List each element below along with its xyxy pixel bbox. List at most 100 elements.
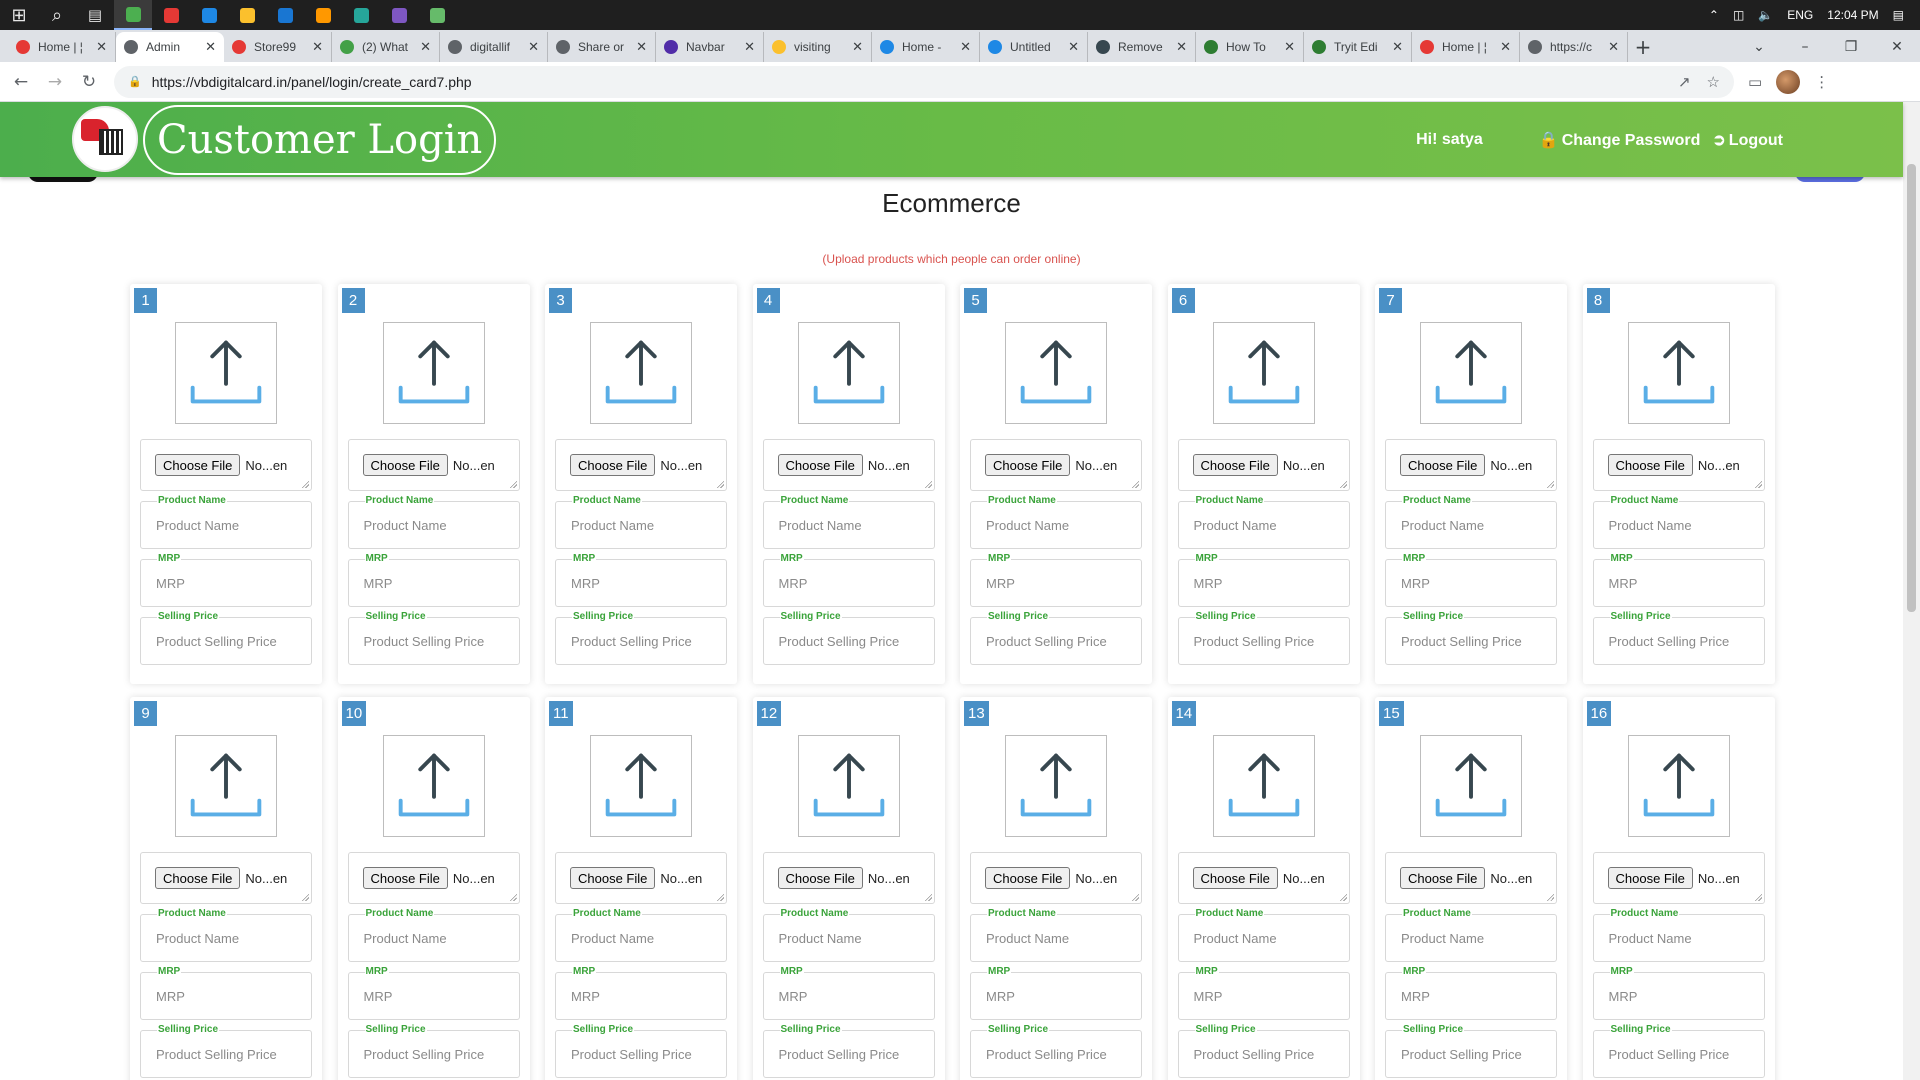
close-window-button[interactable]: ✕	[1874, 39, 1920, 55]
file-input[interactable]: Choose File No...en	[140, 852, 312, 904]
tab-close-icon[interactable]: ✕	[420, 39, 431, 55]
tab-close-icon[interactable]: ✕	[96, 39, 107, 55]
product-name-input[interactable]	[1177, 914, 1350, 962]
file-input[interactable]: Choose File No...en	[1385, 439, 1557, 491]
resize-grip-icon[interactable]	[508, 893, 517, 901]
tab-close-icon[interactable]: ✕	[312, 39, 323, 55]
image-upload-preview[interactable]	[590, 322, 692, 424]
tab-close-icon[interactable]: ✕	[1068, 39, 1079, 55]
product-name-input[interactable]	[555, 914, 727, 962]
selling-price-input[interactable]	[1385, 1030, 1557, 1078]
scrollbar-thumb[interactable]	[1907, 164, 1916, 612]
tab-close-icon[interactable]: ✕	[960, 39, 971, 55]
product-name-input[interactable]	[555, 501, 727, 549]
resize-grip-icon[interactable]	[1546, 893, 1554, 901]
choose-file-button[interactable]: Choose File	[155, 454, 241, 476]
tab-close-icon[interactable]: ✕	[636, 39, 647, 55]
profile-avatar[interactable]	[1776, 69, 1801, 94]
file-input[interactable]: Choose File No...en	[762, 852, 935, 904]
selling-price-input[interactable]	[762, 617, 935, 665]
product-name-input[interactable]	[347, 501, 520, 549]
file-input[interactable]: Choose File No...en	[1592, 439, 1765, 491]
tab-close-icon[interactable]: ✕	[528, 39, 539, 55]
mrp-input[interactable]	[1177, 559, 1350, 607]
browser-tab[interactable]: digitallif ✕	[440, 32, 548, 62]
taskbar-green-app-button[interactable]	[418, 0, 456, 30]
resize-grip-icon[interactable]	[1753, 480, 1762, 488]
choose-file-button[interactable]: Choose File	[777, 867, 863, 889]
minimize-button[interactable]: –	[1782, 39, 1828, 55]
notifications-icon[interactable]: ▤	[1893, 8, 1904, 22]
taskbar-obs-button[interactable]	[380, 0, 418, 30]
side-panel-icon[interactable]: ▭	[1748, 73, 1762, 91]
file-input[interactable]: Choose File No...en	[347, 852, 520, 904]
mrp-input[interactable]	[1385, 559, 1557, 607]
resize-grip-icon[interactable]	[1338, 480, 1347, 488]
choose-file-button[interactable]: Choose File	[985, 454, 1071, 476]
choose-file-button[interactable]: Choose File	[570, 454, 656, 476]
image-upload-preview[interactable]	[1627, 322, 1730, 424]
selling-price-input[interactable]	[555, 1030, 727, 1078]
file-input[interactable]: Choose File No...en	[1592, 852, 1765, 904]
product-name-input[interactable]	[1177, 501, 1350, 549]
image-upload-preview[interactable]	[175, 322, 277, 424]
browser-tab[interactable]: Share or ✕	[548, 32, 656, 62]
tab-close-icon[interactable]: ✕	[1608, 39, 1619, 55]
url-text[interactable]: https://vbdigitalcard.in/panel/login/cre…	[152, 74, 1662, 90]
address-bar[interactable]: 🔒 https://vbdigitalcard.in/panel/login/c…	[114, 65, 1734, 98]
bookmark-star-icon[interactable]: ☆	[1707, 73, 1720, 91]
file-input[interactable]: Choose File No...en	[555, 439, 727, 491]
resize-grip-icon[interactable]	[923, 893, 932, 901]
product-name-input[interactable]	[1592, 501, 1765, 549]
resize-grip-icon[interactable]	[301, 893, 309, 901]
choose-file-button[interactable]: Choose File	[1192, 867, 1278, 889]
browser-tab[interactable]: Tryit Edi ✕	[1304, 32, 1412, 62]
lock-icon[interactable]: 🔒	[128, 75, 142, 88]
mrp-input[interactable]	[1177, 972, 1350, 1020]
clock[interactable]: 12:04 PM	[1827, 8, 1878, 22]
taskbar-skype-button[interactable]	[190, 0, 228, 30]
selling-price-input[interactable]	[970, 617, 1142, 665]
product-name-input[interactable]	[762, 501, 935, 549]
product-name-input[interactable]	[1592, 914, 1765, 962]
forward-arrow-icon[interactable]: →	[38, 72, 72, 92]
product-name-input[interactable]	[970, 914, 1142, 962]
image-upload-preview[interactable]	[1212, 735, 1315, 837]
menu-kebab-icon[interactable]: ⋮	[1814, 73, 1829, 91]
choose-file-button[interactable]: Choose File	[1192, 454, 1278, 476]
taskbar-chrome-button[interactable]	[114, 0, 152, 30]
browser-tab[interactable]: (2) What ✕	[332, 32, 440, 62]
selling-price-input[interactable]	[1177, 1030, 1350, 1078]
file-input[interactable]: Choose File No...en	[555, 852, 727, 904]
back-arrow-icon[interactable]: ←	[4, 72, 38, 92]
file-input[interactable]: Choose File No...en	[1177, 439, 1350, 491]
volume-icon[interactable]: 🔈	[1758, 8, 1773, 22]
resize-grip-icon[interactable]	[1338, 893, 1347, 901]
image-upload-preview[interactable]	[1420, 735, 1522, 837]
browser-tab[interactable]: Store99 ✕	[224, 32, 332, 62]
browser-tab[interactable]: How To ✕	[1196, 32, 1304, 62]
taskbar-gallery-button[interactable]	[342, 0, 380, 30]
product-name-input[interactable]	[140, 914, 312, 962]
mrp-input[interactable]	[970, 972, 1142, 1020]
selling-price-input[interactable]	[1592, 617, 1765, 665]
selling-price-input[interactable]	[140, 1030, 312, 1078]
resize-grip-icon[interactable]	[508, 480, 517, 488]
image-upload-preview[interactable]	[797, 735, 900, 837]
mrp-input[interactable]	[140, 559, 312, 607]
selling-price-input[interactable]	[347, 1030, 520, 1078]
file-input[interactable]: Choose File No...en	[140, 439, 312, 491]
resize-grip-icon[interactable]	[923, 480, 932, 488]
image-upload-preview[interactable]	[590, 735, 692, 837]
mrp-input[interactable]	[140, 972, 312, 1020]
product-name-input[interactable]	[1385, 914, 1557, 962]
taskbar-sublime-button[interactable]	[304, 0, 342, 30]
selling-price-input[interactable]	[1592, 1030, 1765, 1078]
mrp-input[interactable]	[762, 972, 935, 1020]
resize-grip-icon[interactable]	[1131, 893, 1139, 901]
mrp-input[interactable]	[970, 559, 1142, 607]
maximize-button[interactable]: ❐	[1828, 39, 1874, 55]
share-icon[interactable]: ↗	[1678, 73, 1691, 91]
choose-file-button[interactable]: Choose File	[985, 867, 1071, 889]
choose-file-button[interactable]: Choose File	[1607, 454, 1693, 476]
